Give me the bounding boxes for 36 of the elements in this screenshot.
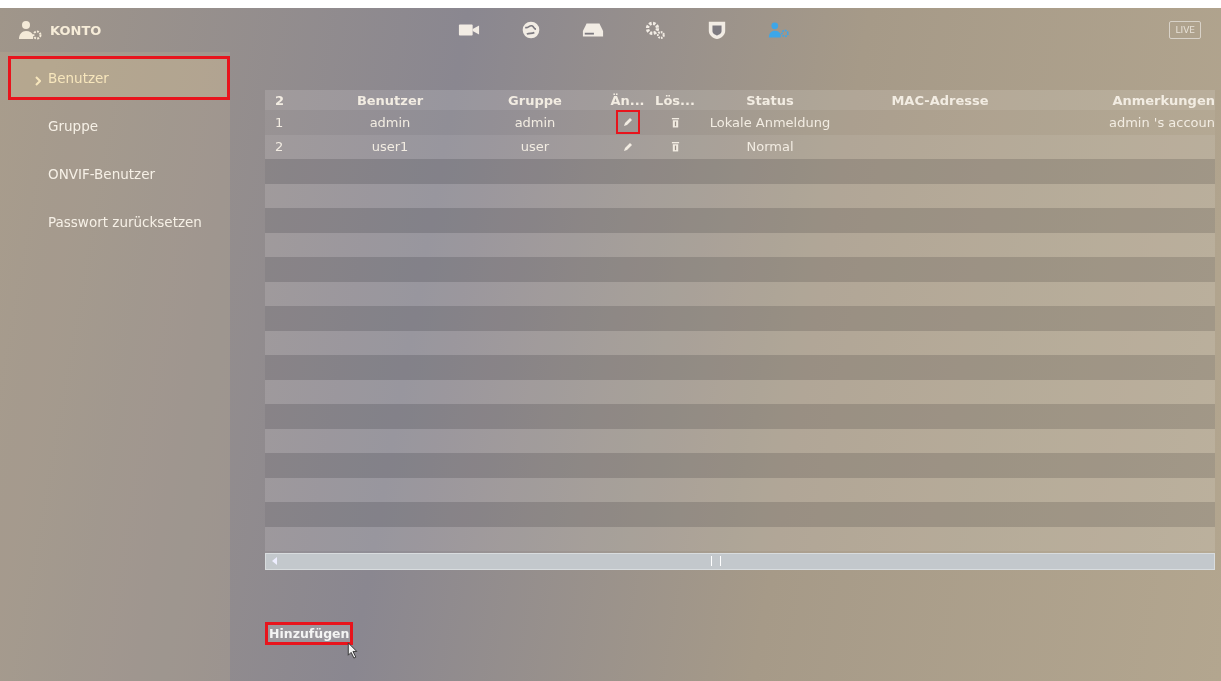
- column-header: 2: [274, 92, 286, 108]
- table-cell-text: user1: [370, 139, 410, 155]
- sidebar-item[interactable]: Benutzer: [8, 56, 230, 100]
- horizontal-scrollbar[interactable]: [265, 553, 1215, 570]
- pencil-icon: [621, 140, 634, 153]
- globe-icon[interactable]: [520, 20, 542, 40]
- column-header: Status: [745, 92, 795, 108]
- settings-icon[interactable]: [644, 20, 666, 40]
- trash-icon[interactable]: [670, 141, 680, 153]
- sidebar-item[interactable]: Passwort zurücksetzen: [0, 200, 230, 244]
- column-header: Än...: [609, 92, 646, 108]
- chevron-icon: [35, 76, 41, 86]
- column-header: Anmerkungen: [1111, 92, 1215, 108]
- table-cell-text: 1: [274, 114, 285, 130]
- column-header: Gruppe: [507, 92, 563, 108]
- table-cell-text: 2: [274, 139, 285, 155]
- trash-icon[interactable]: [670, 116, 680, 128]
- pencil-icon: [621, 116, 634, 129]
- user-settings-icon: [18, 20, 42, 40]
- shield-icon[interactable]: [706, 20, 728, 40]
- add-button[interactable]: Hinzufügen: [265, 622, 354, 645]
- column-header: Lös...: [654, 92, 696, 108]
- sidebar-item[interactable]: ONVIF-Benutzer: [0, 152, 230, 196]
- column-header: Benutzer: [355, 92, 425, 108]
- column-header: MAC-Adresse: [890, 92, 990, 108]
- section-title: KONTO: [50, 22, 102, 38]
- live-button[interactable]: LIVE: [1169, 21, 1201, 39]
- table-cell-text: admin: [513, 114, 557, 130]
- mouse-cursor-icon: [347, 642, 359, 659]
- table-cell-text: admin: [368, 114, 412, 130]
- table-cell-text: Lokale Anmeldung: [708, 114, 832, 130]
- edit-button[interactable]: [615, 110, 640, 135]
- table-cell-text: user: [519, 139, 551, 155]
- sidebar-item[interactable]: Gruppe: [0, 104, 230, 148]
- table-cell-text: Normal: [745, 139, 795, 155]
- table-cell-text: admin 's accoun: [1107, 114, 1215, 130]
